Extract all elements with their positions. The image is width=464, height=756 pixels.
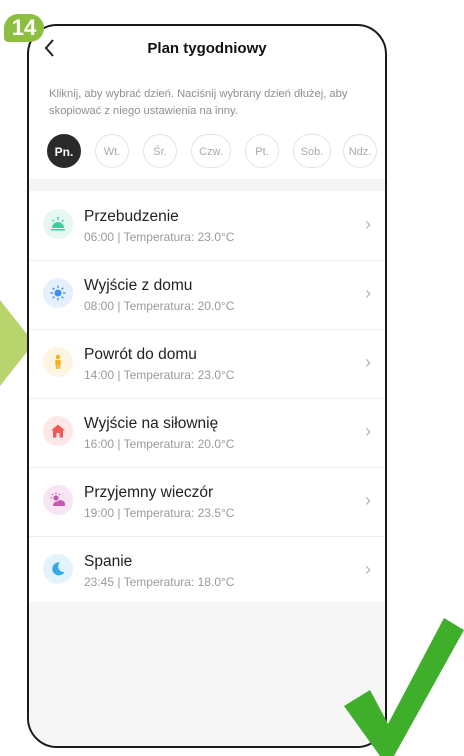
checkmark-icon: [344, 618, 464, 756]
home-icon: [43, 416, 73, 446]
instruction-text: Kliknij, aby wybrać dzień. Naciśnij wybr…: [49, 88, 348, 117]
row-title: Wyjście z domu: [84, 277, 193, 294]
row-title: Przebudzenie: [84, 208, 179, 225]
person-icon: [43, 347, 73, 377]
chevron-right-icon: ›: [365, 490, 371, 510]
row-title: Powrót do domu: [84, 346, 197, 363]
chevron-right-icon: ›: [365, 214, 371, 234]
chevron-right-icon: ›: [365, 421, 371, 441]
schedule-row-leave-home[interactable]: Wyjście z domu 08:00 | Temperatura: 20.0…: [29, 261, 385, 330]
chevron-right-icon: ›: [365, 283, 371, 303]
schedule-row-wakeup[interactable]: Przebudzenie 06:00 | Temperatura: 23.0°C…: [29, 192, 385, 261]
row-subtitle: 06:00 | Temperatura: 23.0°C: [84, 230, 235, 244]
day-button-sr[interactable]: Śr.: [143, 134, 177, 168]
schedule-row-sleep[interactable]: Spanie 23:45 | Temperatura: 18.0°C ›: [29, 537, 385, 606]
empty-area: [29, 602, 385, 746]
sunset-icon: [43, 485, 73, 515]
step-number-badge: 14: [4, 14, 44, 42]
row-subtitle: 16:00 | Temperatura: 20.0°C: [84, 437, 235, 451]
day-button-sob[interactable]: Sob.: [293, 134, 331, 168]
day-button-pn[interactable]: Pn.: [47, 134, 81, 168]
schedule-row-gym[interactable]: Wyjście na siłownię 16:00 | Temperatura:…: [29, 399, 385, 468]
row-title: Przyjemny wieczór: [84, 484, 214, 501]
row-subtitle: 23:45 | Temperatura: 18.0°C: [84, 575, 235, 589]
row-subtitle: 08:00 | Temperatura: 20.0°C: [84, 299, 235, 313]
schedule-row-return-home[interactable]: Powrót do domu 14:00 | Temperatura: 23.0…: [29, 330, 385, 399]
chevron-right-icon: ›: [365, 559, 371, 579]
phone-screen: Plan tygodniowy Kliknij, aby wybrać dzie…: [27, 24, 387, 748]
moon-icon: [43, 554, 73, 584]
sun-icon: [43, 278, 73, 308]
schedule-list: Przebudzenie 06:00 | Temperatura: 23.0°C…: [29, 192, 385, 606]
day-button-czw[interactable]: Czw.: [191, 134, 231, 168]
row-title: Wyjście na siłownię: [84, 415, 219, 432]
row-subtitle: 19:00 | Temperatura: 23.5°C: [84, 506, 235, 520]
page-title: Plan tygodniowy: [147, 40, 267, 57]
day-button-pt[interactable]: Pt.: [245, 134, 279, 168]
day-selector: Pn. Wt. Śr. Czw. Pt. Sob. Ndz.: [47, 134, 377, 170]
sunrise-icon: [43, 209, 73, 239]
row-title: Spanie: [84, 553, 133, 570]
row-subtitle: 14:00 | Temperatura: 23.0°C: [84, 368, 235, 382]
section-divider: [29, 179, 385, 191]
header: Plan tygodniowy: [29, 26, 385, 78]
day-button-ndz[interactable]: Ndz.: [343, 134, 377, 168]
schedule-row-evening[interactable]: Przyjemny wieczór 19:00 | Temperatura: 2…: [29, 468, 385, 537]
chevron-right-icon: ›: [365, 352, 371, 372]
day-button-wt[interactable]: Wt.: [95, 134, 129, 168]
